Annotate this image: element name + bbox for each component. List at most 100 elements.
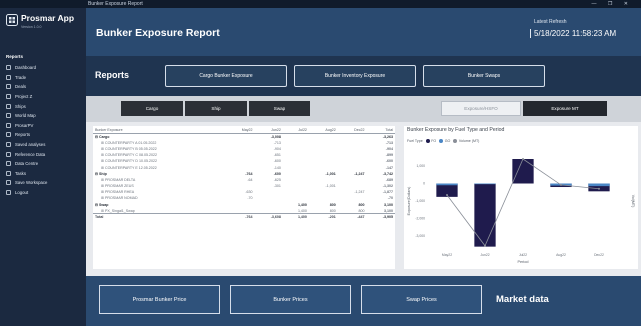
column-header[interactable]: Bunker Exposure	[93, 126, 225, 134]
segment-ship[interactable]: Ship	[185, 101, 247, 116]
sidebar-item-world-map[interactable]: World Map	[6, 111, 47, 121]
legend-label-volume: Volume (MT)	[458, 139, 480, 143]
sidebar: Prosmar App Version 1.0.0 Reports Dashbo…	[0, 8, 86, 326]
volume-point-Jul22	[522, 158, 524, 160]
report-header: Bunker Exposure Report Latest Refresh 5/…	[86, 8, 641, 56]
sidebar-item-deals[interactable]: Deals	[6, 82, 47, 92]
y2-axis-label: Vol(MT)	[631, 195, 635, 208]
y-tick-label: 1,000	[417, 164, 426, 168]
bar-fo-Jun22	[474, 183, 496, 247]
swap-prices-button[interactable]: Swap Prices	[361, 285, 482, 314]
legend-swatch-go	[439, 139, 444, 143]
ship-icon	[6, 103, 11, 109]
sidebar-item-reference-data[interactable]: Reference Data	[6, 149, 47, 159]
sidebar-item-label: ProsarPV	[15, 122, 34, 128]
table-cell: -3,608	[254, 213, 283, 221]
segment-cargo[interactable]: Cargo	[121, 101, 183, 116]
toggle-exposure-hsfo[interactable]: Exposure/HSFO	[441, 101, 521, 116]
sidebar-item-logout[interactable]: Logout	[6, 188, 47, 198]
table-cell: -447	[337, 213, 367, 221]
y-tick-label: -3,000	[415, 234, 425, 238]
table-cell: -764	[224, 213, 255, 221]
cargo-bunker-exposure-button[interactable]: Cargo Bunker Exposure	[165, 65, 287, 87]
column-header[interactable]: Aug22	[308, 126, 338, 134]
table-body: ⊟ Cargo -3,008 -3,263 ⊞ COUNTERPARTY A 01.0…	[93, 134, 395, 221]
y-tick-label: 0	[423, 182, 425, 186]
dashboard-icon	[6, 65, 11, 71]
legend-title: Fuel Type	[407, 139, 423, 143]
server-icon	[6, 161, 11, 167]
column-header[interactable]: Dec22	[337, 126, 367, 134]
table-cell: 1,400	[282, 213, 309, 221]
sidebar-item-label: Trade	[15, 74, 27, 80]
title-bar: Bunker Exposure Report — ❐ ✕	[0, 0, 641, 8]
deals-icon	[6, 84, 11, 90]
x-tick-label: Jul22	[519, 253, 527, 257]
sidebar-item-label: World Map	[15, 113, 36, 119]
bunker-prices-button[interactable]: Bunker Prices	[230, 285, 351, 314]
market-data-label: Market data	[496, 294, 549, 305]
column-header[interactable]: May22	[224, 126, 255, 134]
sidebar-item-label: Reference Data	[15, 151, 46, 157]
bar-fo-Jul22	[512, 159, 534, 184]
y-axis-label: Exposure(Dollars)	[407, 187, 411, 216]
legend-label-go: GO	[444, 139, 451, 143]
map-icon	[6, 113, 11, 119]
database-icon	[6, 151, 11, 157]
window-controls[interactable]: — ❐ ✕	[592, 0, 633, 8]
filter-row: Cargo Ship Swap Exposure/HSFO Exposure M…	[86, 96, 641, 122]
sidebar-item-label: Reports	[15, 132, 31, 138]
app-version: Version 1.0.0	[21, 25, 42, 29]
chart-legend: Fuel Type FO GO Volume (MT)	[407, 139, 479, 143]
sidebar-item-ships[interactable]: Ships	[6, 101, 47, 111]
sidebar-item-label: Logout	[15, 190, 29, 196]
toggle-exposure-mt[interactable]: Exposure MT	[523, 101, 607, 116]
x-tick-label: May22	[442, 253, 452, 257]
segment-swap[interactable]: Swap	[249, 101, 310, 116]
sidebar-item-trade[interactable]: Trade	[6, 73, 47, 83]
volume-point-May22	[446, 194, 448, 197]
column-header[interactable]: Jul22	[282, 126, 309, 134]
bar-go-May22	[436, 183, 458, 186]
column-header[interactable]: Jun22	[254, 126, 283, 134]
sidebar-item-save-workspace[interactable]: Save Workspace	[6, 178, 47, 188]
logout-icon	[6, 190, 11, 196]
save-icon	[6, 180, 11, 186]
y-tick-label: -2,000	[415, 217, 425, 221]
sidebar-item-dashboard[interactable]: Dashboard	[6, 63, 47, 73]
trade-icon	[6, 74, 11, 80]
bunker-inventory-exposure-button[interactable]: Bunker Inventory Exposure	[294, 65, 416, 87]
sidebar-item-tasks[interactable]: Tasks	[6, 169, 47, 179]
reports-label: Reports	[95, 70, 130, 80]
legend-swatch-volume	[453, 139, 458, 143]
row-label: Total	[93, 213, 225, 221]
prosmar-bunker-price-button[interactable]: Prosmar Bunker Price	[99, 285, 220, 314]
x-tick-label: Aug22	[556, 253, 566, 257]
sidebar-item-prosarpv[interactable]: ProsarPV	[6, 121, 47, 131]
table-cell: -201	[308, 213, 338, 221]
sidebar-item-reports[interactable]: Reports	[6, 130, 47, 140]
sidebar-item-saved-analyses[interactable]: Saved analyses	[6, 140, 47, 150]
x-tick-label: Jun22	[480, 253, 489, 257]
reports-bar: Reports Cargo Bunker Exposure Bunker Inv…	[86, 56, 641, 96]
column-header[interactable]: Total	[366, 126, 395, 134]
sidebar-item-label: Tasks	[15, 170, 26, 176]
sidebar-item-data-centre[interactable]: Data Centre	[6, 159, 47, 169]
table-total-row[interactable]: Total -764 -3,608 1,400 -201 -447 -3,905	[93, 213, 395, 221]
sidebar-section-title: Reports	[6, 54, 24, 59]
sidebar-item-project-z[interactable]: Project Z	[6, 92, 47, 102]
market-data-bar: Prosmar Bunker Price Bunker Prices Swap …	[86, 276, 641, 326]
app-window: Bunker Exposure Report — ❐ ✕ Prosmar App…	[0, 0, 641, 326]
legend-swatch-fo	[425, 139, 430, 143]
bunker-swaps-button[interactable]: Bunker Swaps	[423, 65, 545, 87]
exposure-chart-panel: Bunker Exposure by Fuel Type and Period …	[404, 126, 638, 269]
sidebar-item-label: Saved analyses	[15, 142, 46, 148]
sidebar-item-label: Data Centre	[15, 161, 39, 167]
volume-point-Dec22	[598, 187, 600, 190]
chart-title: Bunker Exposure by Fuel Type and Period	[407, 127, 505, 133]
x-axis-label: Period	[518, 260, 529, 264]
y-tick-label: -1,000	[415, 199, 425, 203]
table-header-row: Bunker Exposure May22 Jun22 Jul22 Aug22 …	[93, 126, 395, 134]
sidebar-item-label: Dashboard	[15, 65, 37, 71]
app-name: Prosmar App	[21, 13, 75, 23]
